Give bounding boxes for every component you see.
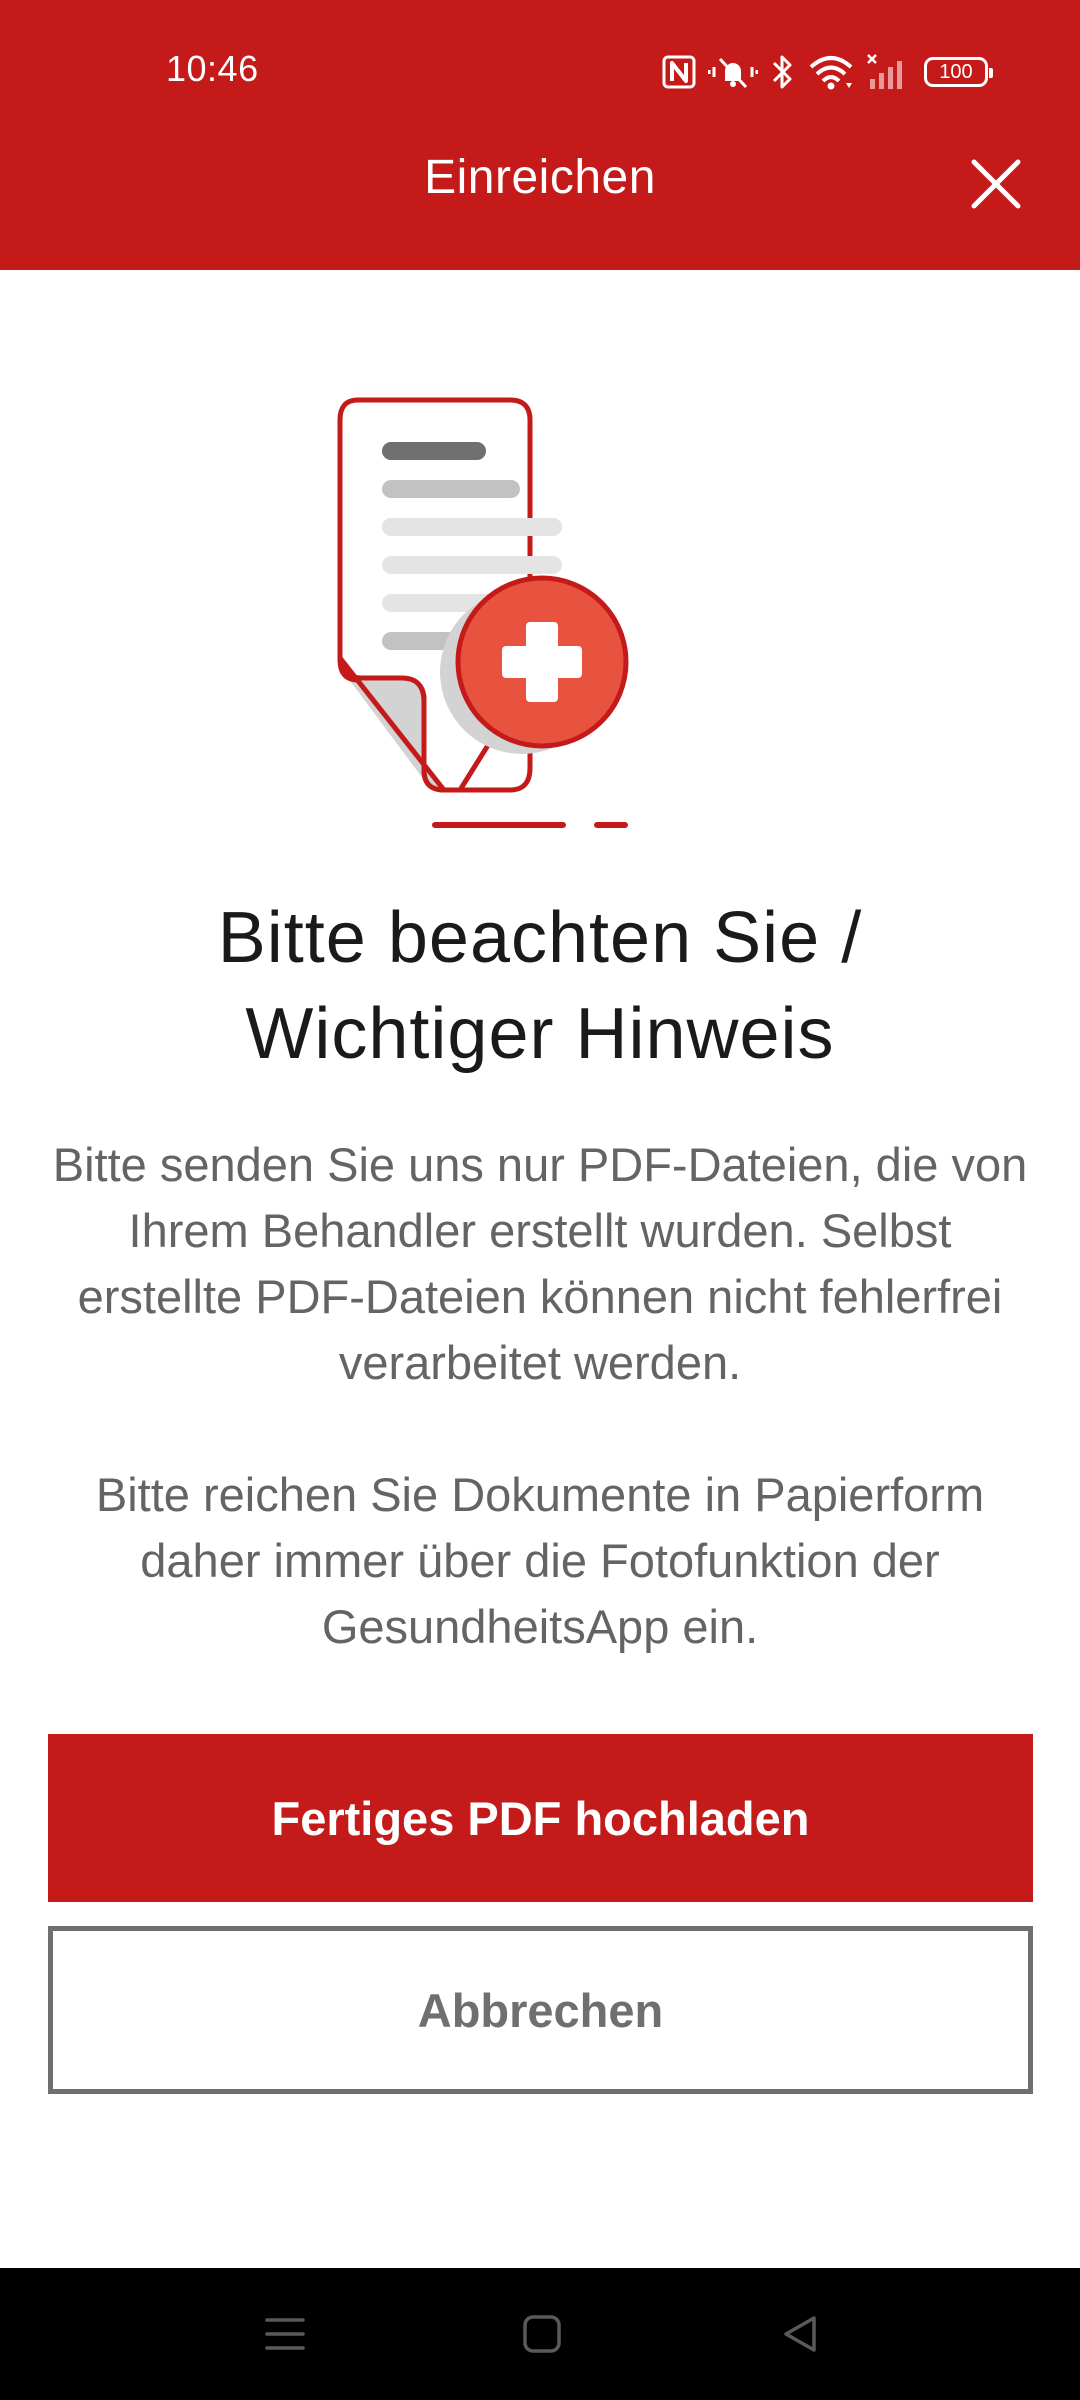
status-icons: 100 [662,48,1012,96]
headline-line-1: Bitte beachten Sie / [217,898,863,978]
toolbar-title: Einreichen [424,151,656,204]
notice-paragraph-1: Bitte senden Sie uns nur PDF-Dateien, di… [52,1138,1028,1389]
bluetooth-icon [770,53,796,91]
close-button[interactable] [960,152,1032,216]
status-bar: 10:46 100 [0,0,1080,140]
battery-icon: 100 [924,57,993,87]
app-bar: 10:46 100 Einreichen [0,0,1080,270]
notice-paragraph-2: Bitte reichen Sie Dokumente in Papierfor… [95,1468,985,1653]
wifi-icon [808,53,854,91]
headline-line-2: Wichtiger Hinweis [245,994,835,1074]
nav-back-button[interactable] [740,2268,860,2400]
nav-menu-button[interactable] [225,2268,345,2400]
close-icon [971,159,1021,209]
nfc-icon [662,55,696,89]
no-signal-icon [866,53,912,91]
home-icon [523,2315,561,2353]
mute-vibrate-icon [708,53,758,91]
status-time: 10:46 [166,48,259,89]
notice-headline: Bitte beachten Sie / Wichtiger Hinweis [60,890,1020,1082]
upload-pdf-button[interactable]: Fertiges PDF hochladen [48,1734,1033,1902]
document-plus-illustration [330,390,760,840]
back-icon [784,2316,816,2352]
menu-icon [265,2318,305,2350]
cancel-button[interactable]: Abbrechen [48,1926,1033,2094]
battery-level: 100 [939,60,973,83]
system-nav-bar [0,2268,1080,2400]
nav-home-button[interactable] [482,2268,602,2400]
